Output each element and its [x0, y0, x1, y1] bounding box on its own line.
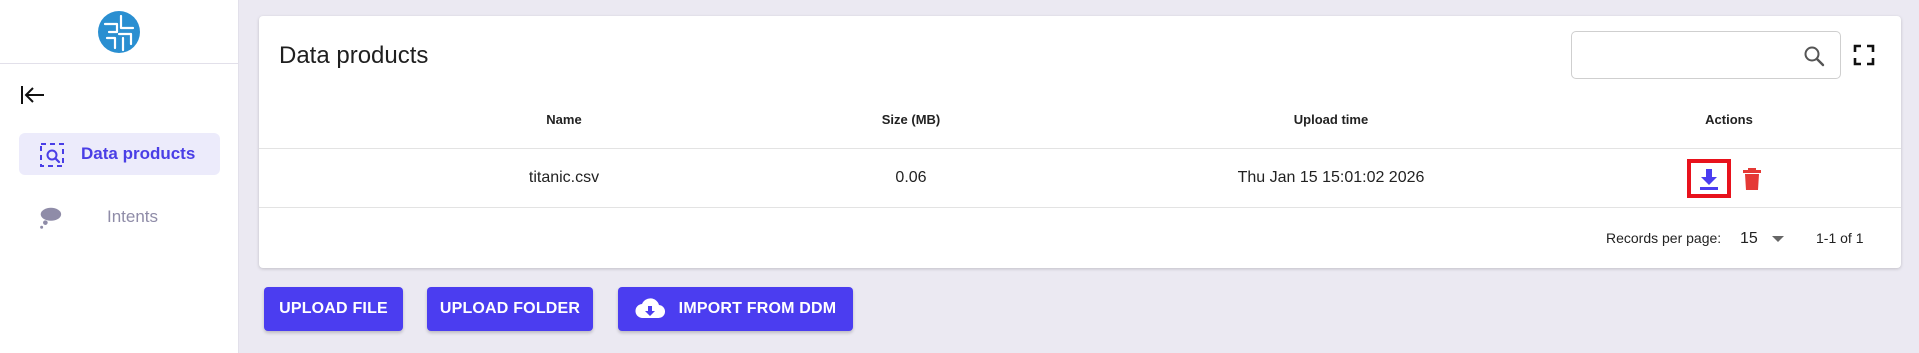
logo-icon: [98, 10, 140, 53]
column-header-name[interactable]: Name: [464, 112, 664, 127]
column-header-size[interactable]: Size (MB): [811, 112, 1011, 127]
download-button[interactable]: [1687, 159, 1731, 198]
data-products-card: Data products Name Size (MB) Upload time…: [259, 16, 1901, 268]
fullscreen-icon[interactable]: [1853, 44, 1875, 66]
search-input[interactable]: [1584, 32, 1794, 76]
cloud-download-icon: [635, 298, 665, 319]
upload-file-button[interactable]: UPLOAD FILE: [264, 287, 403, 331]
delete-button[interactable]: [1739, 165, 1765, 193]
arrow-left-bar-icon: [21, 86, 44, 104]
page-title: Data products: [279, 42, 429, 69]
caret-down-icon: [1771, 236, 1784, 242]
download-icon: [1700, 168, 1718, 190]
upload-folder-button[interactable]: UPLOAD FOLDER: [427, 287, 593, 331]
search-field: [1571, 31, 1841, 79]
sidebar-item-intents[interactable]: Intents: [19, 196, 220, 238]
table-pagination: Records per page: 15 1-1 of 1: [259, 208, 1901, 268]
import-from-ddm-button[interactable]: IMPORT FROM DDM: [618, 287, 853, 331]
cell-name: titanic.csv: [528, 169, 600, 186]
collapse-sidebar-button[interactable]: [18, 80, 48, 110]
table-header-row: Name Size (MB) Upload time Actions: [259, 100, 1901, 149]
trash-icon: [1743, 168, 1761, 190]
thought-cloud-icon: [37, 205, 63, 231]
data-search-icon: [39, 142, 65, 168]
column-header-upload-time[interactable]: Upload time: [1171, 112, 1491, 127]
pagination-range: 1-1 of 1: [1816, 230, 1864, 246]
sidebar-item-label: Intents: [107, 207, 159, 226]
sidebar-item-label: Data products: [81, 144, 196, 163]
table-row: titanic.csv 0.06 Thu Jan 15 15:01:02 202…: [259, 149, 1901, 208]
sidebar-item-data-products[interactable]: Data products: [19, 133, 220, 175]
search-icon[interactable]: [1802, 44, 1826, 68]
records-per-page-select[interactable]: 15: [1740, 224, 1796, 254]
cell-size: 0.06: [895, 169, 927, 186]
import-from-ddm-label: IMPORT FROM DDM: [678, 300, 837, 317]
logo-area: [0, 0, 238, 64]
column-header-actions: Actions: [1705, 112, 1753, 127]
cell-upload-time: Thu Jan 15 15:01:02 2026: [1237, 169, 1425, 186]
sidebar: Data products Intents: [0, 0, 239, 353]
records-per-page-value: 15: [1740, 230, 1758, 247]
records-per-page-label: Records per page:: [1606, 230, 1722, 246]
